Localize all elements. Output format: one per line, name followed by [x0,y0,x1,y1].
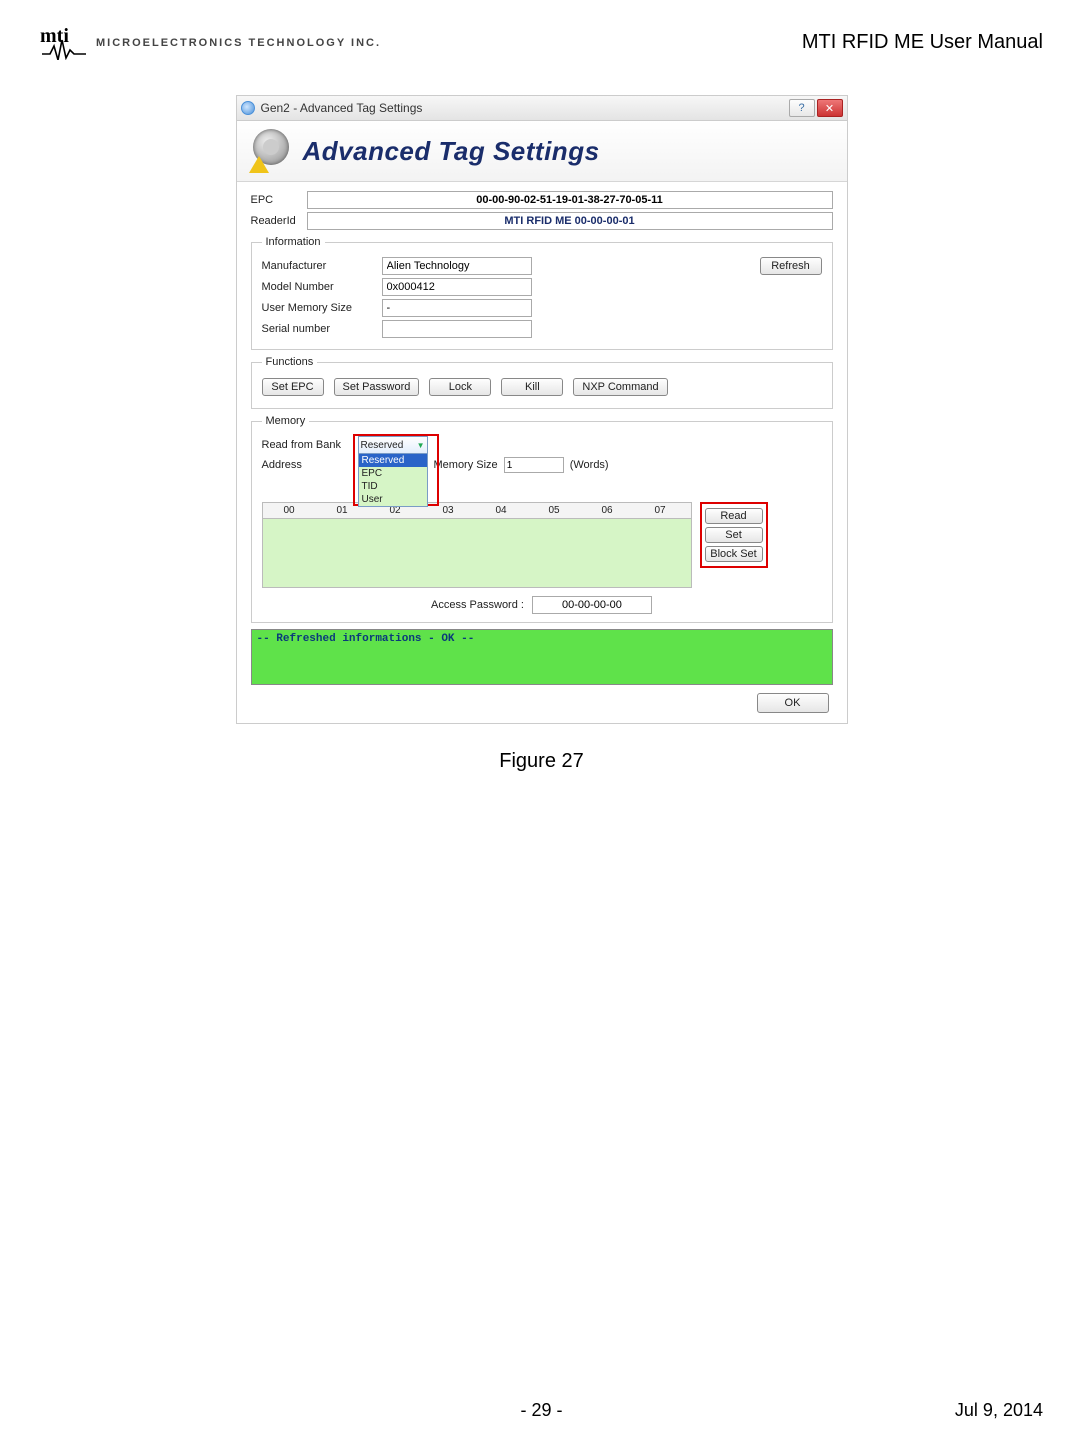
bank-option-tid[interactable]: TID [359,480,427,493]
screenshot-dialog: Gen2 - Advanced Tag Settings ? ✕ Advance… [236,95,848,724]
access-password-input[interactable] [532,596,652,614]
access-password-label: Access Password : [431,599,524,611]
window-titlebar: Gen2 - Advanced Tag Settings ? ✕ [237,96,847,121]
set-epc-button[interactable]: Set EPC [262,378,324,396]
bank-dropdown[interactable]: Reserved ▼ [358,436,428,454]
highlight-box-buttons: Read Set Block Set [700,502,768,568]
document-title: MTI RFID ME User Manual [802,31,1043,54]
manufacturer-label: Manufacturer [262,260,382,272]
readerid-input[interactable] [307,212,833,230]
read-from-bank-label: Read from Bank [262,439,358,451]
memory-size-input[interactable] [504,457,564,473]
hex-col-06: 06 [581,503,634,518]
memory-size-label: Memory Size [434,459,498,471]
window-title: Gen2 - Advanced Tag Settings [261,101,787,115]
hex-col-07: 07 [634,503,687,518]
memory-hex-table: 00 01 02 03 04 05 06 07 [262,502,692,588]
hex-col-00: 00 [263,503,316,518]
svg-text:mti: mti [40,25,69,47]
serial-number-input[interactable] [382,320,532,338]
window-close-button[interactable]: ✕ [817,99,843,117]
status-output: -- Refreshed informations - OK -- [251,629,833,685]
readerid-label: ReaderId [251,215,307,227]
bank-option-user[interactable]: User [359,493,427,506]
banner-gear-icon [249,129,293,173]
epc-label: EPC [251,194,307,206]
model-number-label: Model Number [262,281,382,293]
memory-hex-body[interactable] [263,519,691,587]
set-button[interactable]: Set [705,527,763,543]
hex-col-04: 04 [475,503,528,518]
user-memory-size-label: User Memory Size [262,302,382,314]
bank-dropdown-list[interactable]: Reserved EPC TID User [358,453,428,507]
manufacturer-input[interactable] [382,257,532,275]
hex-col-05: 05 [528,503,581,518]
company-name: MICROELECTRONICS TECHNOLOGY INC. [96,37,381,49]
lock-button[interactable]: Lock [429,378,491,396]
figure-caption: Figure 27 [0,750,1083,773]
memory-group: Memory Read from Bank Reserved ▼ Reserve… [251,415,833,623]
window-help-button[interactable]: ? [789,99,815,117]
read-button[interactable]: Read [705,508,763,524]
refresh-button[interactable]: Refresh [760,257,822,275]
block-set-button[interactable]: Block Set [705,546,763,562]
words-label: (Words) [570,459,609,471]
functions-legend: Functions [262,356,318,368]
window-icon [241,101,255,115]
user-memory-size-input[interactable] [382,299,532,317]
address-label: Address [262,459,358,471]
epc-input[interactable] [307,191,833,209]
dialog-banner: Advanced Tag Settings [237,121,847,182]
model-number-input[interactable] [382,278,532,296]
company-logo-block: mti MICROELECTRONICS TECHNOLOGY INC. [40,20,381,65]
serial-number-label: Serial number [262,323,382,335]
bank-option-reserved[interactable]: Reserved [359,454,427,467]
chevron-down-icon: ▼ [417,441,425,450]
information-legend: Information [262,236,325,248]
bank-dropdown-selected: Reserved [361,440,404,451]
bank-dropdown-wrap: Reserved ▼ Reserved EPC TID User [358,436,428,454]
functions-group: Functions Set EPC Set Password Lock Kill… [251,356,833,409]
information-group: Information Manufacturer Refresh Model N… [251,236,833,350]
set-password-button[interactable]: Set Password [334,378,420,396]
memory-legend: Memory [262,415,310,427]
banner-title: Advanced Tag Settings [303,136,600,167]
hex-col-03: 03 [422,503,475,518]
company-logo-mark: mti [40,20,88,65]
nxp-command-button[interactable]: NXP Command [573,378,667,396]
ok-button[interactable]: OK [757,693,829,713]
bank-option-epc[interactable]: EPC [359,467,427,480]
page-number: - 29 - [0,1400,1083,1421]
kill-button[interactable]: Kill [501,378,563,396]
